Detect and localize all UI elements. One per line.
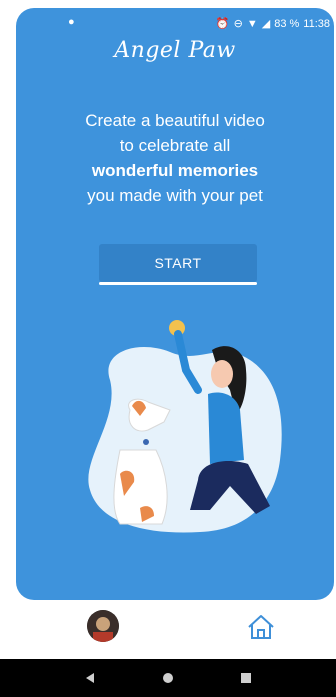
recents-icon[interactable] bbox=[226, 659, 266, 697]
main-card: ● ⏰ ⊖ ▼ ◢ 83 % 11:38 Angel Paw Create a … bbox=[16, 8, 334, 600]
headline-line-2: to celebrate all bbox=[119, 136, 231, 155]
headline-line-4: you made with your pet bbox=[87, 186, 263, 205]
battery-level: 83 % bbox=[274, 17, 300, 30]
status-bar: ● ⏰ ⊖ ▼ ◢ 83 % 11:38 bbox=[16, 8, 334, 40]
dog-collar bbox=[143, 439, 149, 445]
avatar-image bbox=[87, 610, 119, 642]
signal-icon: ◢ bbox=[261, 18, 271, 30]
start-button-underline bbox=[99, 282, 257, 285]
wifi-icon: ▼ bbox=[246, 17, 258, 30]
bottom-nav bbox=[0, 600, 336, 654]
do-not-disturb-icon: ⊖ bbox=[233, 18, 243, 30]
start-button[interactable]: START bbox=[99, 244, 257, 282]
headline-bold-line: wonderful memories bbox=[91, 161, 259, 180]
clock-time: 11:38 bbox=[303, 17, 330, 30]
home-icon[interactable] bbox=[246, 612, 276, 642]
system-navigation-bar bbox=[0, 659, 336, 697]
alarm-icon: ⏰ bbox=[215, 18, 230, 30]
headline-line-1: Create a beautiful video bbox=[85, 111, 265, 130]
home-circle-icon[interactable] bbox=[148, 659, 188, 697]
headline: Create a beautiful video to celebrate al… bbox=[16, 108, 334, 208]
dog-body bbox=[113, 449, 168, 525]
app-logo: Angel Paw bbox=[114, 38, 236, 63]
app-screen: ● ⏰ ⊖ ▼ ◢ 83 % 11:38 Angel Paw Create a … bbox=[0, 0, 336, 697]
woman-face bbox=[211, 360, 233, 388]
woman-playing-with-dog-illustration bbox=[88, 320, 282, 533]
status-icons: ⏰ ⊖ ▼ ◢ 83 % 11:38 bbox=[215, 17, 330, 31]
profile-avatar[interactable] bbox=[87, 610, 119, 642]
chat-bubble-icon: ● bbox=[68, 16, 75, 28]
back-icon[interactable] bbox=[70, 659, 110, 697]
